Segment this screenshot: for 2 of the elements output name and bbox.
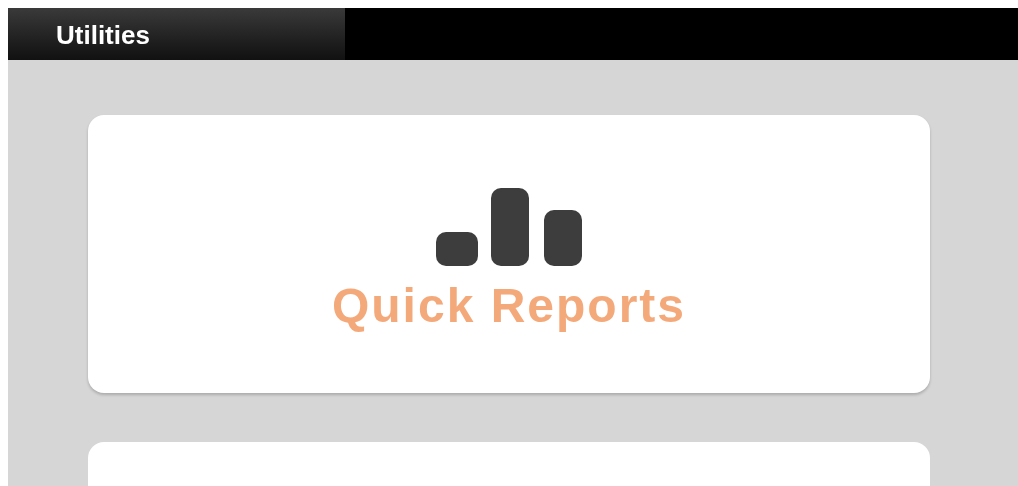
section-tab[interactable]: Utilities <box>8 8 345 60</box>
bar-chart-icon <box>436 188 582 266</box>
